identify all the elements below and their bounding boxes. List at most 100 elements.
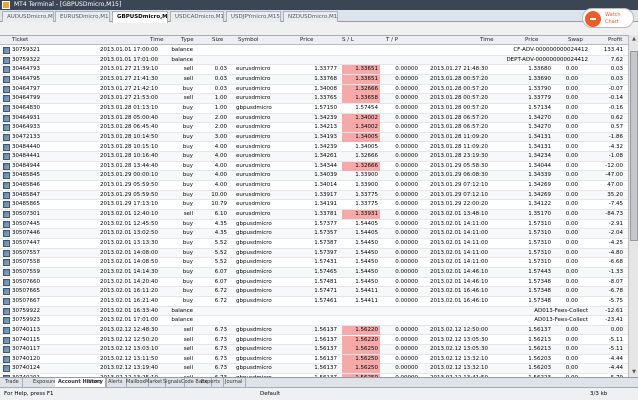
cell-tp: 0.00000 bbox=[395, 230, 418, 237]
cell-ticket: 30464795 bbox=[12, 75, 40, 82]
cell-ticket: 30472133 bbox=[12, 133, 40, 140]
cell-tp: 0.00000 bbox=[395, 201, 418, 208]
table-row[interactable]: 30507447 2013.02.01 13:13:30 buy 5.52 gbpusd… bbox=[0, 239, 628, 249]
cell-symbol: eurusdmicro bbox=[236, 133, 271, 140]
table-row[interactable]: 30472133 2013.01.28 10:14:50 buy 3.00 eurusd… bbox=[0, 132, 628, 143]
cell-sl: 1.54405 bbox=[355, 230, 378, 237]
column-header[interactable]: Swap bbox=[568, 36, 583, 45]
cell-sl: 1.57454 bbox=[355, 104, 378, 111]
table-row[interactable]: 30507660 2013.02.01 14:20:40 buy 6.07 gbpusd… bbox=[0, 278, 628, 288]
cell-price: 1.56137 bbox=[314, 326, 337, 333]
chart-tab[interactable]: USDJPYmicro,M15 bbox=[226, 11, 281, 22]
table-row[interactable]: 30485846 2013.01.29 05:59:50 buy 4.00 eurusd… bbox=[0, 181, 628, 191]
cell-ticket: 30507447 bbox=[12, 240, 40, 246]
cell-sl: 1.33900 bbox=[355, 182, 378, 189]
column-header[interactable]: Size bbox=[212, 36, 223, 45]
watch-badge[interactable]: Watch Chart bbox=[582, 8, 634, 28]
chart-tab[interactable]: USDCADmicro,M15 bbox=[170, 11, 224, 22]
table-row[interactable]: 30740124 2013.02.12 13:19:40 sell 6.73 gbpus… bbox=[0, 364, 628, 375]
cell-profit: -5.11 bbox=[608, 336, 623, 343]
table-row[interactable]: 30507667 2013.02.01 16:21:40 buy 6.72 gbpusd… bbox=[0, 297, 628, 307]
cell-tp: 0.00000 bbox=[395, 336, 418, 343]
vertical-scrollbar[interactable]: ▲ ▼ bbox=[628, 35, 638, 377]
table-row[interactable]: 30759923 2013.02.01 17:01:00 balance -23.41… bbox=[0, 316, 628, 326]
cell-time: 2013.02.01 14:14:30 bbox=[100, 268, 158, 275]
cell-sl: 1.34002 bbox=[342, 123, 380, 133]
cell-profit: 0.62 bbox=[610, 114, 623, 121]
cell-symbol: eurusdmicro bbox=[236, 66, 271, 73]
table-row[interactable]: 30464797 2013.01.27 21:42:10 buy 0.03 eurusd… bbox=[0, 84, 628, 95]
table-row[interactable]: 30759922 2013.02.01 16:33:40 balance -12.61… bbox=[0, 306, 628, 317]
table-row[interactable]: 30740115 2013.02.12 12:50:20 sell 6.73 gbpus… bbox=[0, 335, 628, 346]
table-row[interactable]: 30507446 2013.02.01 13:02:50 buy 4.35 gbpusd… bbox=[0, 229, 628, 239]
cell-swap: 0.00 bbox=[565, 104, 578, 111]
table-row[interactable]: 30464830 2013.01.28 01:13:10 buy 1.00 gbpusd… bbox=[0, 104, 628, 114]
column-header[interactable]: Symbol bbox=[238, 36, 259, 45]
cell-ticket: 30507660 bbox=[12, 278, 40, 285]
cell-size: 6.07 bbox=[214, 268, 227, 275]
scroll-thumb[interactable] bbox=[630, 51, 638, 241]
cell-profit: -6.68 bbox=[608, 259, 623, 266]
cell-ctime: 2013.01.28 23:19:30 bbox=[430, 153, 488, 160]
cell-tp: 0.00000 bbox=[395, 365, 418, 372]
cell-price: 1.57461 bbox=[314, 297, 337, 304]
table-row[interactable]: 30759322 2013.01.01 17:01:00 balance 7.62 DE… bbox=[0, 55, 628, 66]
column-header[interactable]: T / P bbox=[386, 36, 398, 45]
column-header[interactable]: Ticket bbox=[12, 36, 28, 45]
cell-swap: 0.00 bbox=[565, 182, 578, 189]
table-row[interactable]: 30484441 2013.01.28 10:16:40 buy 4.00 eurusd… bbox=[0, 152, 628, 162]
table-row[interactable]: 30507557 2013.02.01 14:08:00 buy 5.52 gbpusd… bbox=[0, 248, 628, 259]
order-icon bbox=[3, 143, 10, 151]
column-header[interactable]: Type bbox=[181, 36, 194, 45]
scroll-up-icon[interactable]: ▲ bbox=[629, 35, 638, 44]
table-row[interactable]: 30740113 2013.02.12 12:48:30 sell 6.73 gbpus… bbox=[0, 325, 628, 336]
scroll-down-icon[interactable]: ▼ bbox=[629, 368, 638, 377]
cell-comment: AD013-Fees-Collect bbox=[534, 307, 588, 314]
cell-comment: CF-ADV-000000000024412 bbox=[513, 47, 588, 53]
table-row[interactable]: 30507558 2013.02.01 14:08:50 buy 5.52 gbpusd… bbox=[0, 258, 628, 268]
table-row[interactable]: 30485865 2013.01.29 17:13:10 buy 10.79 eurus… bbox=[0, 200, 628, 211]
table-row[interactable]: 30464931 2013.01.28 05:00:40 buy 2.00 eurusd… bbox=[0, 113, 628, 124]
order-icon bbox=[3, 172, 10, 180]
cell-cprice: 1.33680 bbox=[528, 66, 551, 73]
cell-sl: 1.33900 bbox=[355, 172, 378, 179]
cell-tp: 0.00000 bbox=[395, 326, 418, 333]
table-row[interactable]: 30740120 2013.02.12 13:11:50 sell 6.73 gbpus… bbox=[0, 354, 628, 365]
chart-tab[interactable]: AUDUSDmicro,M15 bbox=[2, 11, 54, 22]
table-row[interactable]: 30507301 2013.02.01 12:40:10 sell 6.10 eurus… bbox=[0, 210, 628, 220]
table-row[interactable]: 30485847 2013.01.29 05:59:50 buy 10.00 eurus… bbox=[0, 190, 628, 201]
column-header[interactable]: Time bbox=[150, 36, 163, 45]
column-header[interactable]: Price bbox=[300, 36, 313, 45]
column-header[interactable]: Profit bbox=[608, 36, 622, 45]
cell-ctime: 2013.01.29 07:12:10 bbox=[430, 182, 488, 189]
table-row[interactable]: 30759321 2013.01.01 17:00:00 balance 133.41… bbox=[0, 46, 628, 56]
table-row[interactable]: 30464933 2013.01.28 06:45:40 buy 2.00 eurusd… bbox=[0, 123, 628, 133]
cell-ticket: 30507301 bbox=[12, 211, 40, 218]
table-row[interactable]: 30464795 2013.01.27 21:41:30 sell 0.03 eurus… bbox=[0, 74, 628, 85]
table-row[interactable]: 30464793 2013.01.27 21:39:10 sell 0.03 eurus… bbox=[0, 65, 628, 75]
column-header[interactable]: S / L bbox=[342, 36, 354, 45]
chart-tab[interactable]: GBPUSDmicro,M15 bbox=[112, 11, 168, 23]
chart-tab[interactable]: EURUSDmicro,M15 bbox=[55, 11, 110, 22]
column-header[interactable]: Price bbox=[525, 36, 538, 45]
table-row[interactable]: 30484944 2013.01.28 13:44:40 buy 4.00 eurusd… bbox=[0, 161, 628, 172]
order-icon bbox=[3, 182, 10, 190]
cell-ctime: 2013.01.28 00:57:20 bbox=[430, 95, 488, 102]
table-row[interactable]: 30507665 2013.02.01 16:11:20 buy 6.72 gbpusd… bbox=[0, 287, 628, 297]
cell-ctime: 2013.02.01 16:46:10 bbox=[430, 297, 488, 304]
column-header[interactable]: Time bbox=[480, 36, 493, 45]
table-row[interactable]: 30485845 2013.01.29 00:00:10 buy 4.00 eurusd… bbox=[0, 171, 628, 182]
table-row[interactable]: 30464799 2013.01.27 21:53:00 sell 1.00 eurus… bbox=[0, 94, 628, 104]
cell-ticket: 30507667 bbox=[12, 297, 40, 304]
cell-sl: 1.54450 bbox=[355, 249, 378, 256]
table-row[interactable]: 30507559 2013.02.01 14:14:30 buy 6.07 gbpusd… bbox=[0, 267, 628, 278]
table-row[interactable]: 30484440 2013.01.28 10:15:10 buy 4.00 eurusd… bbox=[0, 143, 628, 153]
cell-type: buy bbox=[182, 104, 193, 111]
cell-type: balance bbox=[171, 317, 193, 324]
table-row[interactable]: 30740117 2013.02.12 13:03:10 sell 6.73 gbpus… bbox=[0, 345, 628, 355]
cell-size: 6.73 bbox=[214, 336, 227, 343]
chart-tab[interactable]: NZDUSDmicro,M15 bbox=[283, 11, 338, 22]
order-icon bbox=[3, 95, 10, 103]
table-row[interactable]: 30507445 2013.02.01 12:45:50 buy 4.35 gbpusd… bbox=[0, 220, 628, 230]
cell-ticket: 30507559 bbox=[12, 268, 40, 275]
